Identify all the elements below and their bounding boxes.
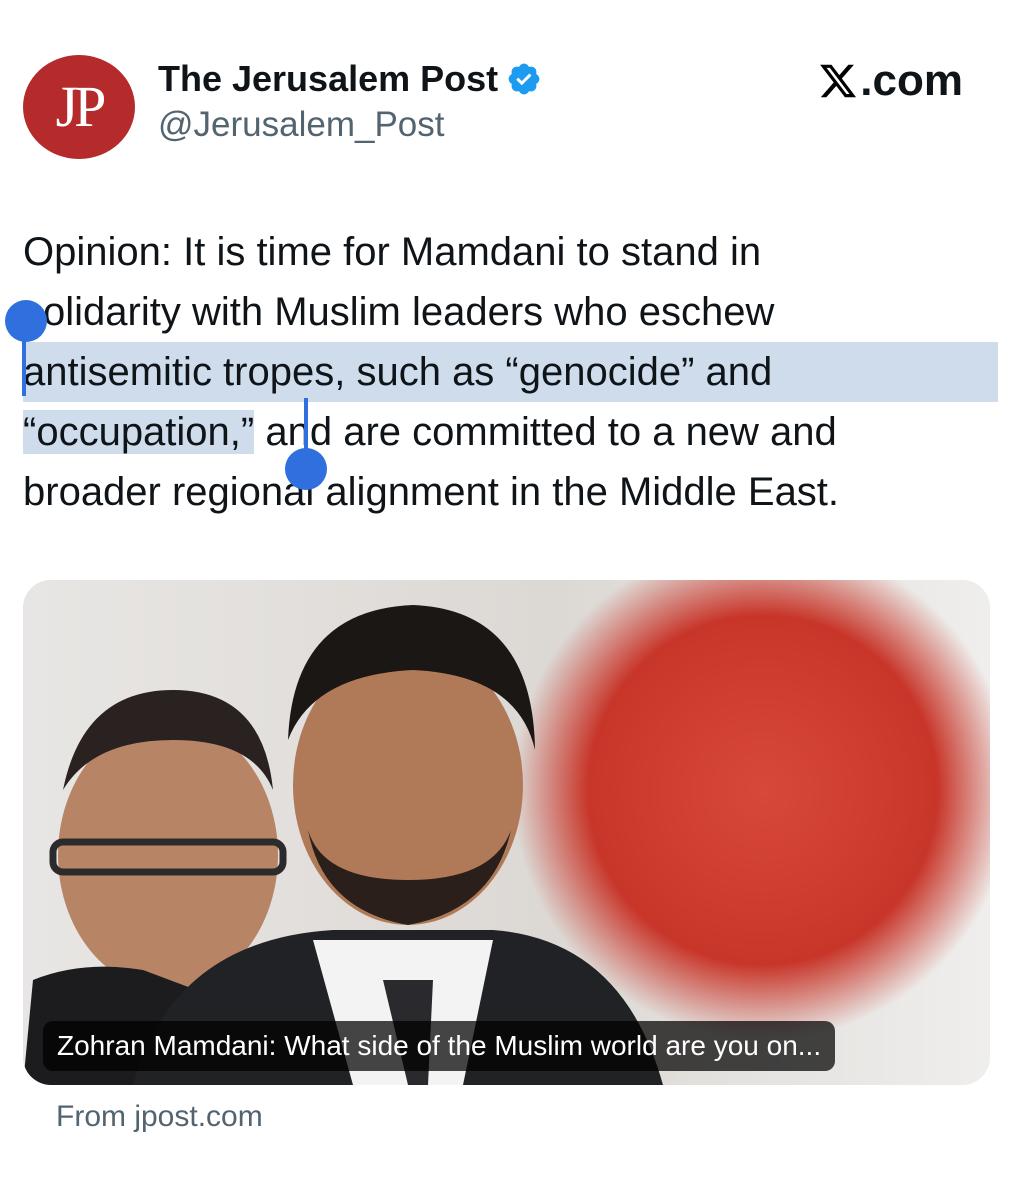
post-text-line-4-rest: and are committed to a new and — [254, 410, 837, 454]
brand-text: .com — [860, 56, 963, 105]
selected-text-fragment: “occupation,” — [23, 410, 255, 454]
display-name-text: The Jerusalem Post — [158, 58, 499, 99]
article-photo — [23, 580, 990, 1085]
link-source[interactable]: From jpost.com — [56, 1096, 263, 1138]
avatar-logo-text: JP — [55, 74, 107, 139]
post-text-line-1: Opinion: It is time for Mamdani to stand… — [23, 230, 762, 274]
x-logo-icon — [820, 64, 857, 98]
selection-end-handle[interactable] — [285, 448, 327, 490]
link-preview-title: Zohran Mamdani: What side of the Muslim … — [43, 1021, 836, 1071]
post-text-line-4: “occupation,” and are committed to a new… — [23, 402, 998, 462]
post-text-line-5: broader regional alignment in the Middle… — [23, 470, 840, 514]
x-com-brand: .com — [817, 56, 963, 106]
link-preview-card[interactable]: Zohran Mamdani: What side of the Muslim … — [23, 580, 990, 1085]
post-text[interactable]: Opinion: It is time for Mamdani to stand… — [23, 222, 998, 522]
account-handle[interactable]: @Jerusalem_Post — [158, 104, 444, 146]
post-text-line-2: solidarity with Muslim leaders who esche… — [23, 290, 775, 334]
post-text-line-3-selected: antisemitic tropes, such as “genocide” a… — [23, 342, 998, 402]
account-avatar[interactable]: JP — [23, 55, 135, 159]
selection-start-handle[interactable] — [5, 300, 47, 342]
account-display-name[interactable]: The Jerusalem Post — [158, 58, 542, 100]
verified-badge-icon — [508, 63, 540, 95]
